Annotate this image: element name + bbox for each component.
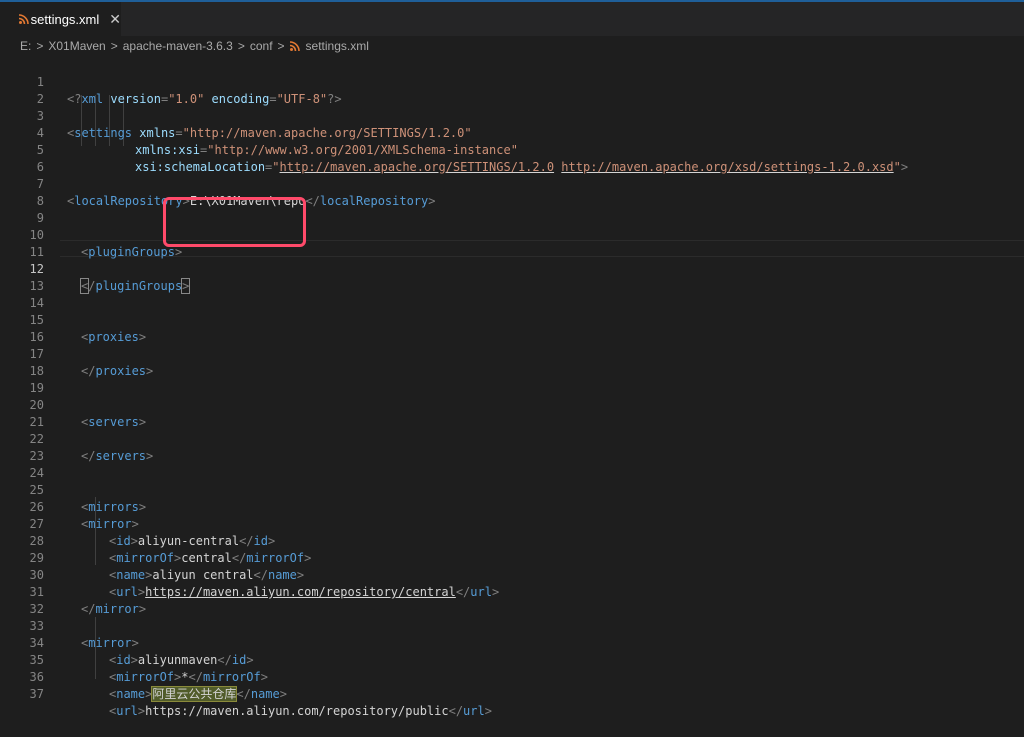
tag-name: url	[116, 704, 138, 718]
tag-name: name	[250, 687, 280, 701]
code-line: 34 <id>aliyunmaven</id>	[0, 618, 1024, 667]
code-line: 36 <name>阿里云公共仓库</name>	[0, 652, 1024, 702]
code-line: 27 <id>aliyun-central</id>	[0, 499, 1024, 548]
code-line-current: 12 </pluginGroups>	[0, 244, 1024, 294]
code-line: 14	[0, 278, 1024, 310]
code-line: 26 <mirror>	[0, 482, 1024, 531]
code-line: 29 <name>aliyun central</name>	[0, 533, 1024, 582]
code-line: 28 <mirrorOf>central</mirrorOf>	[0, 516, 1024, 565]
tab-bar: settings.xml ✕	[0, 0, 1024, 36]
code-line: 35 <mirrorOf>*</mirrorOf>	[0, 635, 1024, 684]
code-line: 6	[0, 142, 1024, 174]
code-line: 25 <mirrors>	[0, 465, 1024, 514]
code-line: 32	[0, 584, 1024, 616]
code-line: 31 </mirror>	[0, 567, 1024, 616]
code-line: 22 </servers>	[0, 414, 1024, 463]
code-line: 30 <url>https://maven.aliyun.com/reposit…	[0, 550, 1024, 599]
code-line: 19	[0, 363, 1024, 395]
breadcrumb-item-conf[interactable]: conf	[250, 39, 273, 53]
code-line: 13	[0, 261, 1024, 293]
code-line: 18	[0, 346, 1024, 378]
code-line: 37 <url>https://maven.aliyun.com/reposit…	[0, 669, 1024, 718]
breadcrumb: E: > X01Maven > apache-maven-3.6.3 > con…	[0, 36, 1024, 56]
code-line: 15 <proxies>	[0, 295, 1024, 344]
tag-name: url	[463, 704, 485, 718]
mirror-name-highlighted: 阿里云公共仓库	[151, 686, 238, 702]
code-line: 5 xsi:schemaLocation="http://maven.apach…	[0, 125, 1024, 174]
code-line: 9	[0, 193, 1024, 225]
breadcrumb-separator: >	[277, 39, 285, 53]
tab-settings-xml[interactable]: settings.xml ✕	[0, 2, 121, 36]
code-line: 21	[0, 397, 1024, 429]
rss-icon	[19, 14, 29, 24]
annotation-highlight-box	[163, 197, 306, 247]
code-line: 24	[0, 448, 1024, 480]
code-line: 10 <pluginGroups>	[0, 210, 1024, 259]
code-line: 11	[0, 227, 1024, 259]
breadcrumb-item-apache-maven[interactable]: apache-maven-3.6.3	[123, 39, 233, 53]
tab-label: settings.xml	[30, 11, 100, 27]
tag-name: name	[116, 687, 146, 701]
breadcrumb-item-drive[interactable]: E:	[20, 39, 31, 53]
breadcrumb-separator: >	[237, 39, 245, 53]
code-line: 3 <settings xmlns="http://maven.apache.o…	[0, 91, 1024, 140]
code-line: 8	[0, 176, 1024, 208]
code-line: 16	[0, 312, 1024, 344]
code-line: 4 xmlns:xsi="http://www.w3.org/2001/XMLS…	[0, 108, 1024, 157]
code-line: 23	[0, 431, 1024, 463]
line-number: 37	[29, 687, 44, 701]
mirror-url: https://maven.aliyun.com/repository/publ…	[145, 704, 449, 718]
breadcrumb-item-settings-xml[interactable]: settings.xml	[306, 39, 369, 53]
code-line: 1 <?xml version="1.0" encoding="UTF-8"?>	[0, 57, 1024, 106]
breadcrumb-item-x01maven[interactable]: X01Maven	[48, 39, 105, 53]
breadcrumb-separator: >	[36, 39, 44, 53]
code-editor[interactable]: 1 <?xml version="1.0" encoding="UTF-8"?>…	[0, 57, 1024, 718]
rss-icon	[289, 41, 300, 51]
close-icon[interactable]: ✕	[109, 11, 121, 28]
code-line: 33 <mirror>	[0, 601, 1024, 650]
breadcrumb-separator: >	[110, 39, 118, 53]
code-line: 7 <localRepository>E:\X01Maven\repo</loc…	[0, 159, 1024, 208]
code-line: 20 <servers>	[0, 380, 1024, 429]
code-line: 2	[0, 74, 1024, 106]
code-line: 17 </proxies>	[0, 329, 1024, 378]
